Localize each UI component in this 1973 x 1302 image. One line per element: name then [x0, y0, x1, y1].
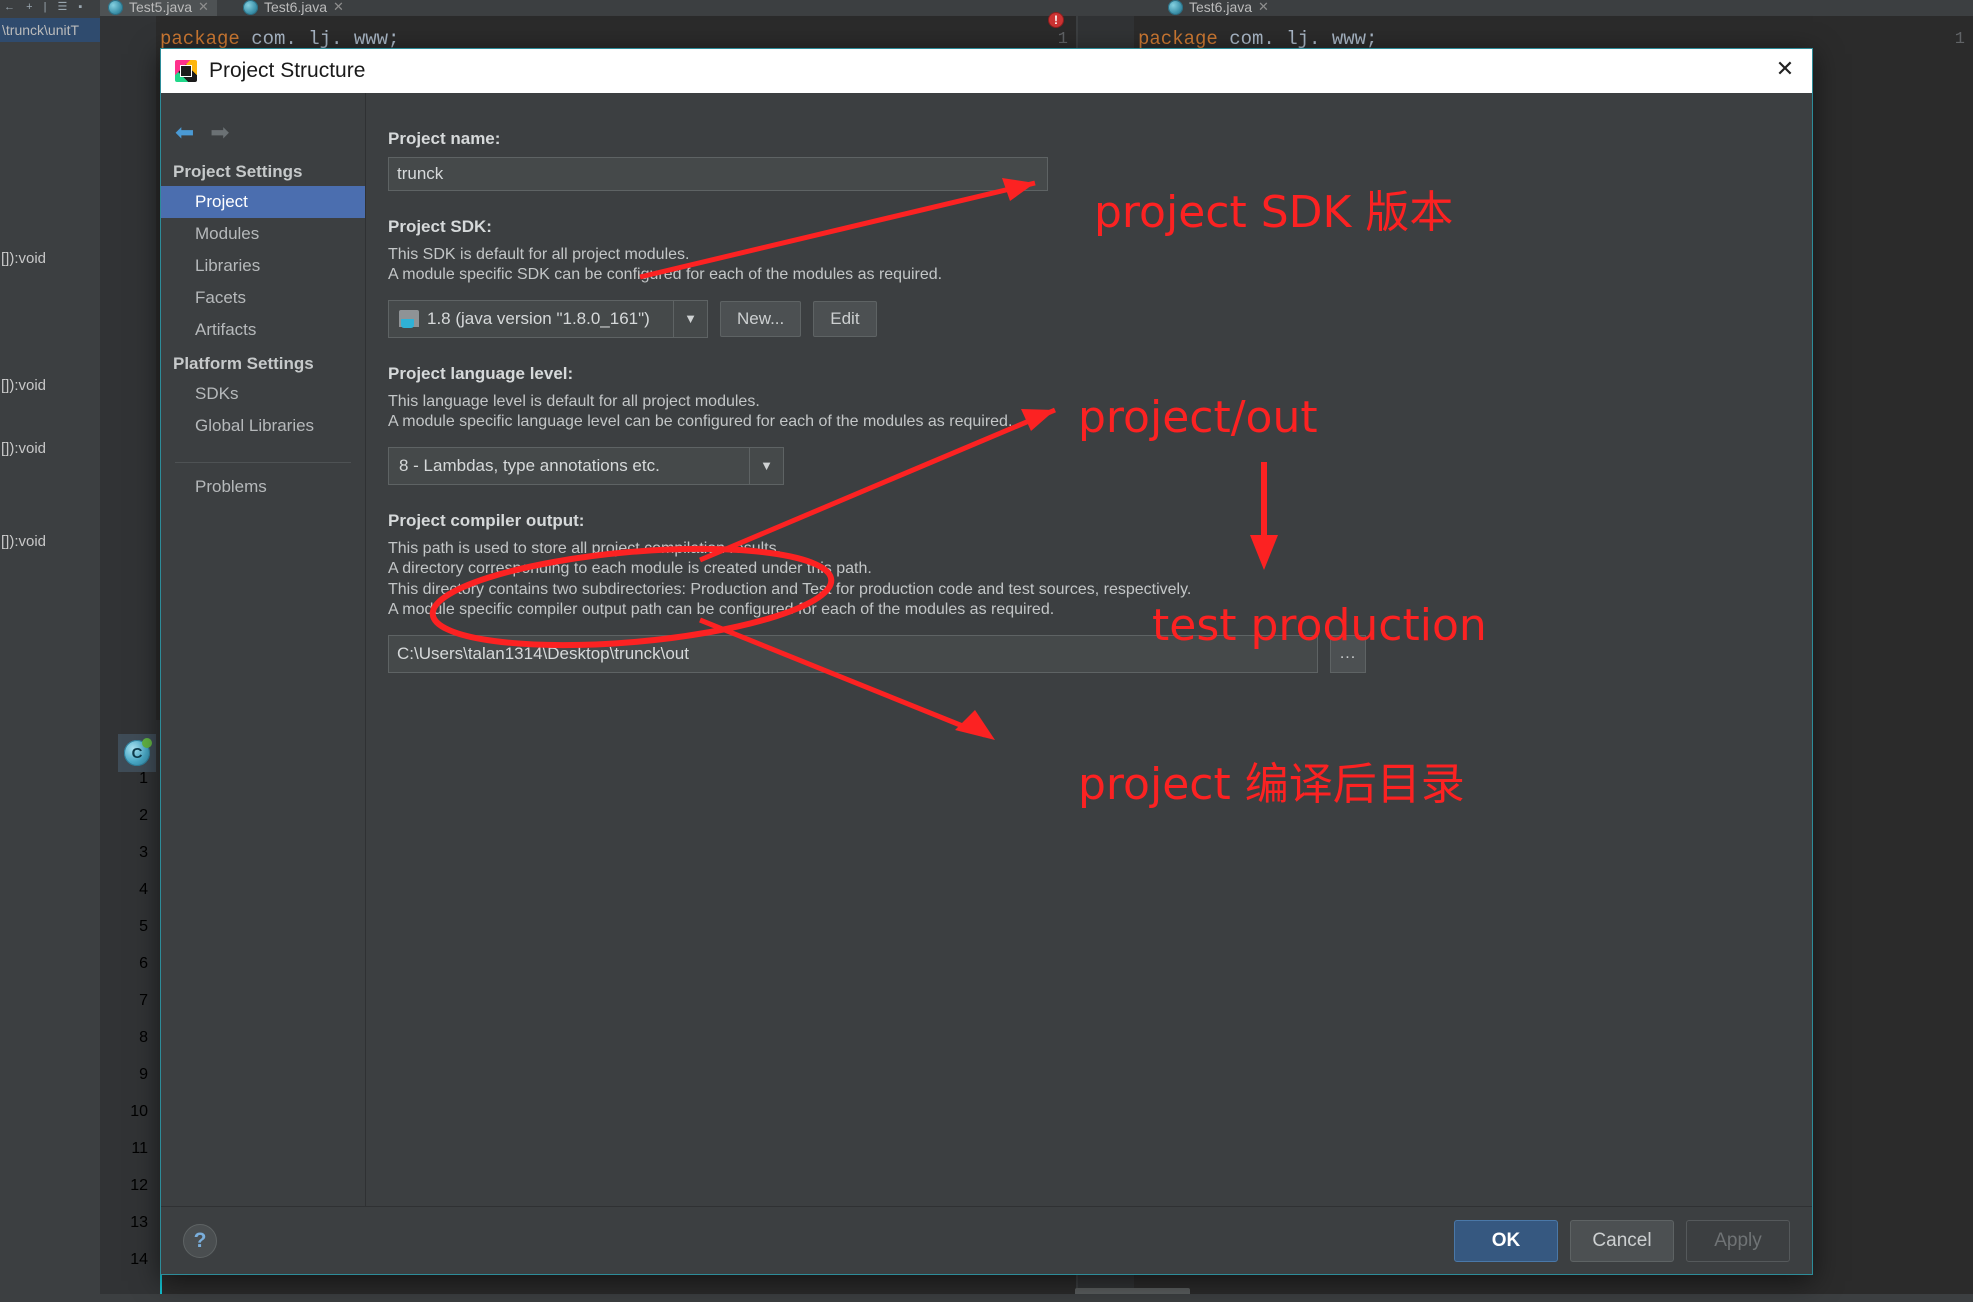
project-name-input[interactable] [388, 157, 1048, 191]
project-language-level-description-line-1: This language level is default for all p… [388, 392, 1812, 412]
apply-button[interactable]: Apply [1686, 1220, 1790, 1262]
project-sdk-select[interactable]: 1.8 (java version "1.8.0_161") ▼ [388, 300, 708, 338]
line-number: 8 [100, 1029, 148, 1047]
project-sdk-label: Project SDK: [388, 217, 1812, 237]
chevron-down-icon[interactable]: ▼ [673, 301, 707, 337]
line-number: 1 [1925, 30, 1965, 49]
line-number: 2 [100, 807, 148, 825]
line-number: 11 [100, 1140, 148, 1158]
sidebar-item-facets[interactable]: Facets [161, 282, 365, 314]
sidebar-item-libraries[interactable]: Libraries [161, 250, 365, 282]
project-sdk-description-line-2: A module specific SDK can be configured … [388, 265, 1812, 285]
line-number: 6 [100, 955, 148, 973]
java-class-icon [1168, 0, 1183, 15]
code-text: com. lj. www; [1218, 28, 1378, 50]
new-sdk-button[interactable]: New... [720, 301, 801, 337]
line-number: 14 [100, 1251, 148, 1269]
line-number: 4 [100, 881, 148, 899]
intellij-idea-icon [175, 60, 197, 82]
project-compiler-output-input[interactable] [388, 635, 1318, 673]
cancel-button[interactable]: Cancel [1570, 1220, 1674, 1262]
edit-sdk-button[interactable]: Edit [813, 301, 876, 337]
settings-content-project: Project name: Project SDK: This SDK is d… [366, 93, 1812, 1206]
code-text: com. lj. www; [240, 28, 400, 50]
line-number: 5 [100, 918, 148, 936]
project-language-level-description-line-2: A module specific language level can be … [388, 412, 1812, 432]
project-language-level-label: Project language level: [388, 364, 1812, 384]
list-item[interactable]: []):void [0, 377, 100, 394]
sidebar-item-modules[interactable]: Modules [161, 218, 365, 250]
browse-output-path-button[interactable]: ... [1330, 635, 1366, 673]
code-keyword: package [1138, 28, 1218, 50]
close-icon[interactable]: ✕ [198, 0, 209, 15]
editor-tab-label: Test6.java [1189, 0, 1252, 15]
run-test-icon[interactable]: C [124, 740, 150, 766]
dialog-title-bar: Project Structure ✕ [161, 49, 1812, 93]
line-number: 7 [100, 992, 148, 1010]
project-language-level-value: 8 - Lambdas, type annotations etc. [389, 456, 670, 476]
line-number: 9 [100, 1066, 148, 1084]
plus-icon[interactable]: + [22, 1, 36, 13]
status-bar [0, 1294, 1973, 1302]
project-compiler-output-description-line-2: A directory corresponding to each module… [388, 559, 1812, 579]
editor-tab-label: Test6.java [264, 0, 327, 15]
project-tree-panel[interactable]: \trunck\unitT []):void []):void []):void… [0, 18, 100, 1302]
list-item[interactable]: []):void [0, 250, 100, 267]
ellipsis-icon: ... [1340, 645, 1356, 663]
java-class-icon [243, 0, 258, 15]
project-compiler-output-description-line-1: This path is used to store all project c… [388, 539, 1812, 559]
project-sdk-description-line-1: This SDK is default for all project modu… [388, 245, 1812, 265]
line-number: 1 [1028, 30, 1068, 49]
project-tree-selected-path[interactable]: \trunck\unitT [0, 18, 100, 42]
sidebar-item-sdks[interactable]: SDKs [161, 378, 365, 410]
java-class-icon [108, 0, 123, 15]
chevron-down-icon[interactable]: ▼ [749, 448, 783, 484]
line-number: 10 [100, 1103, 148, 1121]
sidebar-group-label: Platform Settings [161, 346, 365, 378]
ok-button[interactable]: OK [1454, 1220, 1558, 1262]
back-icon[interactable]: ← [0, 1, 19, 13]
project-compiler-output-description-line-3: This directory contains two subdirectori… [388, 580, 1812, 600]
jdk-folder-icon [399, 310, 419, 327]
ide-toolbar: ← + | ☰ ▪ [0, 0, 100, 18]
editor-tab-label: Test5.java [129, 0, 192, 15]
line-number: 3 [100, 844, 148, 862]
project-structure-dialog[interactable]: Project Structure ✕ ⬅ ➡ Project Settings… [160, 48, 1813, 1275]
divider-icon: | [40, 1, 51, 13]
line-number: 1 [100, 770, 148, 788]
code-keyword: package [160, 28, 240, 50]
nav-history-controls: ⬅ ➡ [161, 93, 365, 154]
sidebar-item-project[interactable]: Project [161, 186, 365, 218]
sidebar-item-problems[interactable]: Problems [161, 463, 365, 503]
project-name-label: Project name: [388, 129, 1812, 149]
project-compiler-output-label: Project compiler output: [388, 511, 1812, 531]
sidebar-group-label: Project Settings [161, 154, 365, 186]
pin-icon[interactable]: ▪ [74, 1, 86, 13]
project-compiler-output-description-line-4: A module specific compiler output path c… [388, 600, 1812, 620]
close-icon[interactable]: ✕ [1774, 60, 1796, 82]
line-number: 12 [100, 1177, 148, 1195]
editor-tab-bar: Test5.java ✕ Test6.java ✕ Test6.java ✕ [100, 0, 1973, 16]
structure-icon[interactable]: ☰ [53, 0, 71, 13]
error-marker-icon[interactable]: ! [1048, 12, 1064, 28]
project-language-level-select[interactable]: 8 - Lambdas, type annotations etc. ▼ [388, 447, 784, 485]
dialog-footer: ? OK Cancel Apply [161, 1206, 1812, 1274]
arrow-right-icon[interactable]: ➡ [210, 121, 229, 144]
help-question-icon[interactable]: ? [183, 1224, 217, 1258]
dialog-body: ⬅ ➡ Project Settings Project Modules Lib… [161, 93, 1812, 1206]
project-sdk-value: 1.8 (java version "1.8.0_161") [427, 309, 650, 329]
line-number: 13 [100, 1214, 148, 1232]
list-item[interactable]: []):void [0, 440, 100, 457]
list-item[interactable]: []):void [0, 533, 100, 550]
arrow-left-icon[interactable]: ⬅ [175, 121, 194, 144]
settings-sidebar[interactable]: ⬅ ➡ Project Settings Project Modules Lib… [161, 93, 366, 1206]
close-icon[interactable]: ✕ [1258, 0, 1269, 15]
dialog-title: Project Structure [209, 59, 365, 83]
sidebar-item-artifacts[interactable]: Artifacts [161, 314, 365, 346]
sidebar-item-global-libraries[interactable]: Global Libraries [161, 410, 365, 442]
close-icon[interactable]: ✕ [333, 0, 344, 15]
